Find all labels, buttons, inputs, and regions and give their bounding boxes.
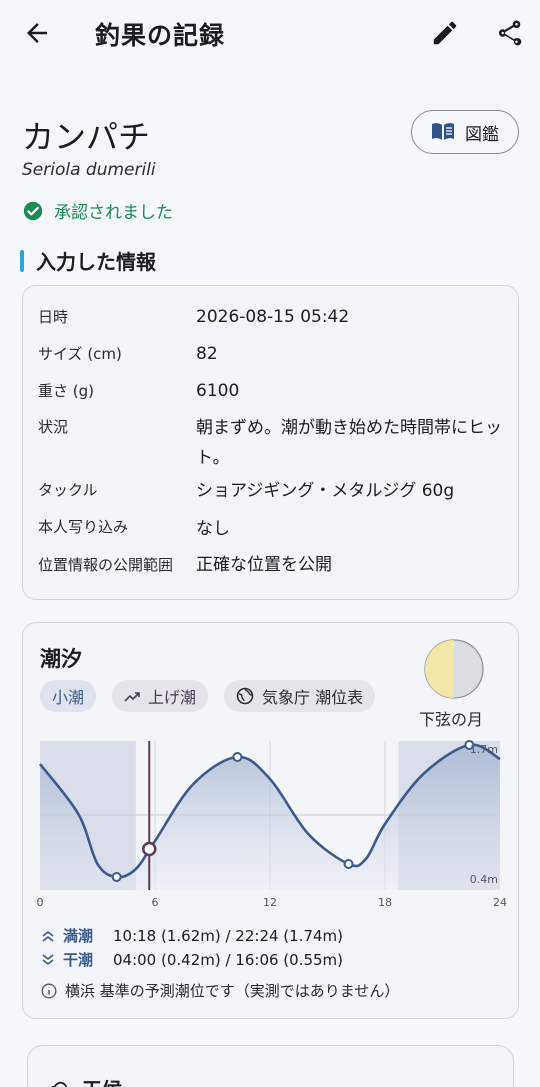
info-value: 正確な位置を公開 [196,555,332,575]
moon-phase-icon [424,639,484,699]
low-tide-values: 04:00 (0.42m) / 16:06 (0.55m) [113,950,344,969]
double-chevron-up-icon [42,930,54,942]
tide-title: 潮汐 [40,647,82,671]
high-tide-label: 満潮 [63,927,94,945]
info-value: 6100 [196,381,240,401]
tide-trend-chip: 上げ潮 [112,680,209,712]
check-circle-icon [23,201,43,220]
high-tide-values: 10:18 (1.62m) / 22:24 (1.74m) [113,926,344,945]
tide-extreme-point [232,752,243,762]
page-title: 釣果の記録 [95,21,226,50]
info-value: ショアジギング・メタルジグ 60g [196,481,455,501]
double-chevron-down-icon [42,953,54,965]
info-key: 日時 [38,308,69,326]
section-accent-bar [20,249,24,272]
trending-up-icon [124,692,140,702]
info-value: 82 [196,344,218,364]
arrow-left-icon[interactable] [22,18,52,48]
section-input-heading: 入力した情報 [20,246,156,275]
zukan-button[interactable]: 図鑑 [411,110,519,154]
info-card: 日時 2026-08-15 05:42 サイズ (cm) 82 重さ (g) 6… [22,285,519,600]
tide-extreme-point [343,859,354,869]
tide-extreme-point [111,872,122,882]
info-key: 状況 [38,418,69,436]
high-tide-row: 満潮 10:18 (1.62m) / 22:24 (1.74m) [41,925,343,946]
share-icon[interactable] [494,18,524,48]
approval-status: 承認されました [22,198,173,223]
cloud-icon [50,1081,69,1087]
current-tide-point [142,841,157,857]
low-tide-row: 干潮 04:00 (0.42m) / 16:06 (0.55m) [41,949,343,970]
tide-card: 0 6 12 18 24 1.7m 0.4m 潮汐 小潮 上げ潮 気象庁 潮位表 下弦の月 … [22,622,519,1019]
info-value: なし [196,519,230,539]
tide-source-chip[interactable]: 気象庁 潮位表 [224,680,376,712]
info-icon [41,983,57,998]
approval-text: 承認されました [54,203,173,223]
book-icon [432,123,454,140]
info-key: 位置情報の公開範囲 [38,556,174,574]
x-tick-label: 12 [263,896,277,909]
y-tick-label: 1.7m [470,743,498,756]
scientific-name: Seriola dumerili [22,160,156,180]
tide-note: 横浜 基準の予測潮位です（実測ではありません） [41,980,399,1001]
low-tide-label: 干潮 [63,951,94,969]
tide-trend-label: 上げ潮 [148,688,197,707]
section-input-title: 入力した情報 [36,250,156,274]
weather-card: 天候 [27,1045,514,1087]
info-value: 2026-08-15 05:42 [196,307,350,327]
tide-type-chip: 小潮 [40,680,97,712]
x-tick-label: 6 [152,896,159,909]
weather-title: 天候 [82,1074,122,1087]
pencil-icon[interactable] [430,18,460,48]
info-key: 本人写り込み [38,518,129,536]
x-tick-label: 0 [37,896,44,909]
tide-note-text: 横浜 基準の予測潮位です（実測ではありません） [65,982,400,1000]
info-key: タックル [38,481,98,499]
info-key: サイズ (cm) [38,345,122,363]
y-tick-label: 0.4m [470,873,498,886]
tide-source-label: 気象庁 潮位表 [262,688,364,707]
x-tick-label: 24 [493,896,507,909]
weather-heading: 天候 [48,1074,122,1087]
moon-phase-label: 下弦の月 [419,710,484,729]
globe-icon [236,687,254,705]
x-tick-label: 18 [378,896,392,909]
info-key: 重さ (g) [38,382,94,400]
zukan-label: 図鑑 [465,124,499,145]
app-bar: 釣果の記録 [0,0,540,68]
info-value: 朝まずめ。潮が動き始めた時間帯にヒット。 [196,418,502,468]
species-name: カンパチ [22,118,151,156]
